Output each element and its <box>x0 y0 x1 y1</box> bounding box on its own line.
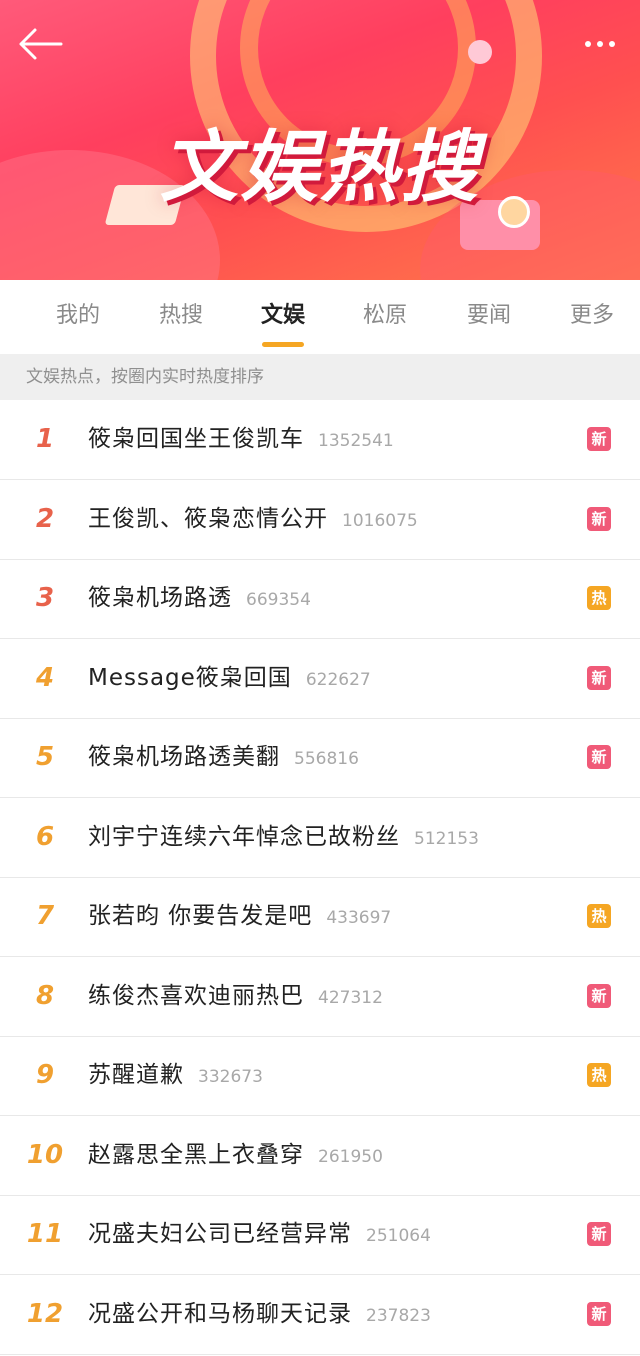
list-item[interactable]: 7 张若昀 你要告发是吧 433697 热 <box>0 877 640 957</box>
item-title-wrap: 筱枭机场路透 669354 <box>88 559 311 638</box>
item-title-wrap: 王俊凯、筱枭恋情公开 1016075 <box>88 480 418 559</box>
heat-count: 669354 <box>246 590 311 610</box>
item-title-wrap: 筱枭回国坐王俊凯车 1352541 <box>88 400 394 479</box>
hot-badge: 热 <box>587 586 611 610</box>
rank-number: 7 <box>35 901 55 931</box>
tab-trending[interactable]: 热搜 <box>143 280 219 354</box>
rank-number: 2 <box>35 503 55 534</box>
heat-count: 433697 <box>326 908 392 928</box>
heat-count: 332673 <box>198 1067 263 1087</box>
heat-count: 1352541 <box>318 431 394 451</box>
list-item[interactable]: 4 Message筱枭回国 622627 新 <box>0 639 640 719</box>
hot-badge: 热 <box>587 1063 611 1087</box>
rank-number: 4 <box>35 662 55 693</box>
list-item[interactable]: 10 赵露思全黑上衣叠穿 261950 <box>0 1116 640 1196</box>
item-title-wrap: 筱枭机场路透美翻 556816 <box>88 718 359 797</box>
item-title-wrap: 苏醒道歉 332673 <box>88 1036 263 1115</box>
item-title-wrap: 况盛夫妇公司已经营异常 251064 <box>88 1195 431 1274</box>
item-title: 苏醒道歉 <box>88 1062 184 1088</box>
item-title-wrap: 况盛公开和马杨聊天记录 237823 <box>88 1275 431 1354</box>
item-title: 筱枭机场路透 <box>88 585 232 611</box>
rank-number: 6 <box>35 821 55 852</box>
header-banner: 文娱热搜 <box>0 0 640 280</box>
rank-number: 11 <box>26 1219 64 1249</box>
new-badge: 新 <box>587 983 611 1008</box>
back-button[interactable] <box>14 22 66 66</box>
item-title-wrap: 练俊杰喜欢迪丽热巴 427312 <box>88 957 383 1036</box>
item-title-wrap: Message筱枭回国 622627 <box>88 639 371 718</box>
rank-number: 8 <box>35 980 55 1011</box>
item-title: 况盛夫妇公司已经营异常 <box>88 1221 352 1247</box>
active-tab-indicator <box>262 342 304 347</box>
list-item[interactable]: 9 苏醒道歉 332673 热 <box>0 1036 640 1116</box>
item-title: 筱枭机场路透美翻 <box>88 744 280 770</box>
heat-count: 622627 <box>305 669 371 690</box>
ranking-notice: 文娱热点，按圈内实时热度排序 <box>0 354 640 400</box>
more-dot <box>609 41 615 47</box>
new-badge: 新 <box>587 1301 611 1326</box>
category-tabs: 我的 热搜 文娱 松原 要闻 更多 <box>0 280 640 355</box>
heat-count: 237823 <box>366 1305 431 1326</box>
heat-count: 261950 <box>318 1146 383 1167</box>
banner-title: 文娱热搜 <box>159 123 480 213</box>
heat-count: 1016075 <box>342 510 418 531</box>
heat-count: 251064 <box>366 1226 431 1246</box>
rank-number: 1 <box>35 424 55 454</box>
tab-mine[interactable]: 我的 <box>40 280 116 354</box>
new-badge: 新 <box>587 506 611 531</box>
item-title: 况盛公开和马杨聊天记录 <box>88 1300 352 1327</box>
planet-icon <box>468 40 492 64</box>
hot-badge: 热 <box>587 904 611 928</box>
item-title: Message筱枭回国 <box>88 664 292 691</box>
new-badge: 新 <box>587 665 611 690</box>
item-title: 筱枭回国坐王俊凯车 <box>88 426 304 452</box>
list-item[interactable]: 6 刘宇宁连续六年悼念已故粉丝 512153 <box>0 798 640 878</box>
arrow-left-icon <box>19 28 63 60</box>
more-dot <box>597 41 603 47</box>
tab-news[interactable]: 要闻 <box>451 280 527 354</box>
item-title: 练俊杰喜欢迪丽热巴 <box>88 982 304 1009</box>
list-item[interactable]: 2 王俊凯、筱枭恋情公开 1016075 新 <box>0 480 640 560</box>
tab-songyuan[interactable]: 松原 <box>347 280 423 354</box>
list-item[interactable]: 5 筱枭机场路透美翻 556816 新 <box>0 718 640 798</box>
heat-count: 556816 <box>294 749 359 769</box>
heat-count: 512153 <box>414 828 479 849</box>
new-badge: 新 <box>587 745 611 769</box>
list-item[interactable]: 11 况盛夫妇公司已经营异常 251064 新 <box>0 1195 640 1275</box>
list-item[interactable]: 1 筱枭回国坐王俊凯车 1352541 新 <box>0 400 640 480</box>
item-title: 赵露思全黑上衣叠穿 <box>88 1141 304 1168</box>
rank-number: 3 <box>35 583 55 613</box>
more-dots-icon <box>585 41 591 47</box>
item-title-wrap: 刘宇宁连续六年悼念已故粉丝 512153 <box>88 798 479 877</box>
tab-more[interactable]: 更多 <box>554 280 630 354</box>
list-item[interactable]: 12 况盛公开和马杨聊天记录 237823 新 <box>0 1275 640 1355</box>
heat-count: 427312 <box>318 987 383 1008</box>
rank-number: 10 <box>26 1139 64 1170</box>
list-item[interactable]: 8 练俊杰喜欢迪丽热巴 427312 新 <box>0 957 640 1037</box>
item-title: 刘宇宁连续六年悼念已故粉丝 <box>88 823 400 850</box>
rank-number: 5 <box>35 742 55 772</box>
new-badge: 新 <box>587 1222 611 1246</box>
new-badge: 新 <box>587 427 611 451</box>
item-title: 王俊凯、筱枭恋情公开 <box>88 505 328 532</box>
item-title: 张若昀 你要告发是吧 <box>88 903 313 929</box>
item-title-wrap: 张若昀 你要告发是吧 433697 <box>88 877 391 956</box>
list-item[interactable]: 3 筱枭机场路透 669354 热 <box>0 559 640 639</box>
rank-number: 12 <box>26 1298 64 1329</box>
item-title-wrap: 赵露思全黑上衣叠穿 261950 <box>88 1116 383 1195</box>
rank-number: 9 <box>35 1060 55 1090</box>
more-button[interactable] <box>574 26 626 62</box>
